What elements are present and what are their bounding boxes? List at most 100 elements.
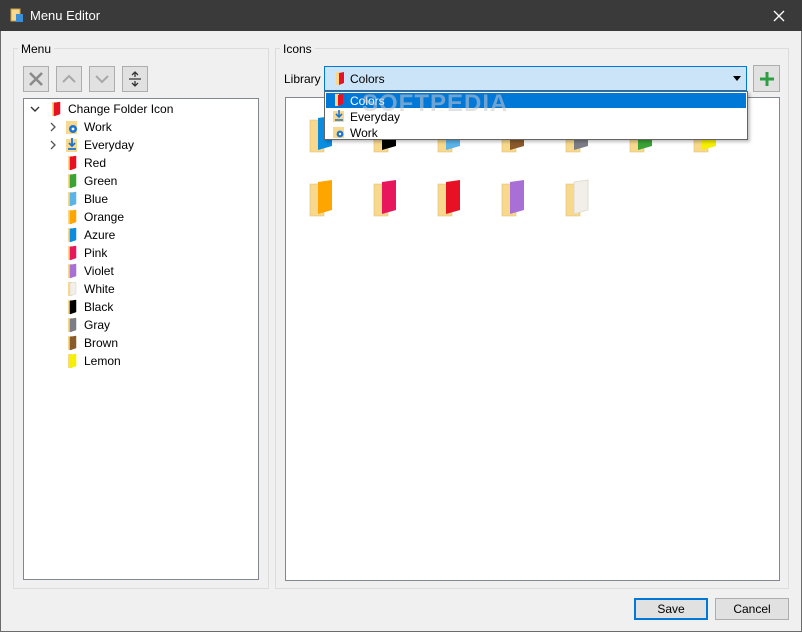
delete-button[interactable] — [23, 66, 49, 92]
tree-item-orange[interactable]: Orange — [46, 208, 124, 226]
close-button[interactable] — [756, 0, 802, 31]
collapse-icon[interactable] — [28, 102, 42, 116]
chevron-down-icon — [95, 75, 109, 84]
tree-item-label: Orange — [84, 210, 125, 224]
library-option-colors[interactable]: Colors — [326, 93, 746, 108]
gray-folder-icon — [64, 317, 80, 333]
tree-item-label: Violet — [84, 264, 114, 278]
menu-tree[interactable]: Change Folder Icon Work Everyday Red Gre… — [23, 98, 259, 580]
tree-item-label: White — [84, 282, 115, 296]
tree-root[interactable]: Change Folder Icon — [28, 100, 173, 118]
tree-item-brown[interactable]: Brown — [46, 334, 118, 352]
download-folder-icon — [333, 110, 344, 122]
tree-item-label: Pink — [84, 246, 108, 260]
tree-root-label: Change Folder Icon — [68, 102, 174, 116]
tree-item-label: Work — [84, 120, 112, 134]
tree-item-violet[interactable]: Violet — [46, 262, 114, 280]
tree-item-label: Black — [84, 300, 114, 314]
tree-item-label: Green — [84, 174, 118, 188]
separator-icon — [129, 71, 141, 87]
violet-folder-icon — [64, 263, 80, 279]
library-select[interactable]: Colors — [324, 66, 747, 91]
gear-folder-icon — [64, 119, 80, 135]
library-option-label: Everyday — [350, 110, 401, 124]
cancel-button-label: Cancel — [733, 602, 771, 616]
expand-icon[interactable] — [46, 120, 60, 134]
tree-item-azure[interactable]: Azure — [46, 226, 115, 244]
tree-item-label: Brown — [84, 336, 119, 350]
library-option-everyday[interactable]: Everyday — [326, 109, 746, 124]
tree-item-blue[interactable]: Blue — [46, 190, 108, 208]
library-icon[interactable] — [496, 178, 532, 218]
lemon-folder-icon — [64, 353, 80, 369]
green-folder-icon — [64, 173, 80, 189]
black-folder-icon — [64, 299, 80, 315]
title-bar: Menu Editor — [0, 0, 802, 31]
orange-folder-icon — [64, 209, 80, 225]
tree-item-black[interactable]: Black — [46, 298, 113, 316]
tree-item-everyday[interactable]: Everyday — [46, 136, 134, 154]
tree-item-label: Red — [84, 156, 107, 170]
move-down-button[interactable] — [89, 66, 115, 92]
chevron-up-icon — [62, 74, 76, 83]
tree-item-label: Gray — [84, 318, 111, 332]
separator-button[interactable] — [122, 66, 148, 92]
library-option-label: Work — [350, 126, 378, 140]
save-button[interactable]: Save — [634, 598, 708, 620]
menu-group-label: Menu — [18, 42, 55, 56]
library-icon[interactable] — [304, 178, 340, 218]
tree-item-green[interactable]: Green — [46, 172, 117, 190]
library-option-label: Colors — [350, 94, 385, 108]
tree-item-pink[interactable]: Pink — [46, 244, 107, 262]
expand-icon[interactable] — [46, 138, 60, 152]
library-selected-value: Colors — [350, 72, 385, 86]
library-icon[interactable] — [368, 178, 404, 218]
library-icon[interactable] — [432, 178, 468, 218]
dropdown-arrow-icon[interactable] — [733, 76, 741, 81]
colors-library-icon — [335, 94, 343, 106]
cancel-button[interactable]: Cancel — [715, 598, 789, 620]
icons-panel[interactable] — [285, 97, 780, 581]
gear-folder-icon — [333, 127, 344, 138]
move-up-button[interactable] — [56, 66, 82, 92]
tree-item-gray[interactable]: Gray — [46, 316, 110, 334]
pink-folder-icon — [64, 245, 80, 261]
library-dropdown[interactable]: Colors Everyday Work — [324, 91, 748, 140]
download-folder-icon — [64, 137, 80, 153]
tree-item-label: Azure — [84, 228, 116, 242]
add-library-button[interactable] — [753, 65, 780, 92]
tree-item-lemon[interactable]: Lemon — [46, 352, 121, 370]
tree-item-work[interactable]: Work — [46, 118, 112, 136]
brown-folder-icon — [64, 335, 80, 351]
tree-item-label: Everyday — [84, 138, 135, 152]
save-button-label: Save — [657, 602, 685, 616]
blue-folder-icon — [64, 191, 80, 207]
plus-icon — [759, 71, 774, 86]
tree-item-label: Lemon — [84, 354, 121, 368]
tree-item-red[interactable]: Red — [46, 154, 106, 172]
close-icon — [773, 10, 785, 21]
app-icon — [10, 8, 23, 22]
azure-folder-icon — [64, 227, 80, 243]
window-title: Menu Editor — [30, 8, 101, 23]
root-color-icon — [48, 101, 64, 117]
library-icon[interactable] — [560, 178, 596, 218]
red-folder-icon — [64, 155, 80, 171]
colors-library-icon — [336, 72, 344, 85]
white-folder-icon — [64, 281, 80, 297]
tree-item-white[interactable]: White — [46, 280, 115, 298]
library-option-work[interactable]: Work — [326, 125, 746, 140]
icons-group-label: Icons — [280, 42, 315, 56]
